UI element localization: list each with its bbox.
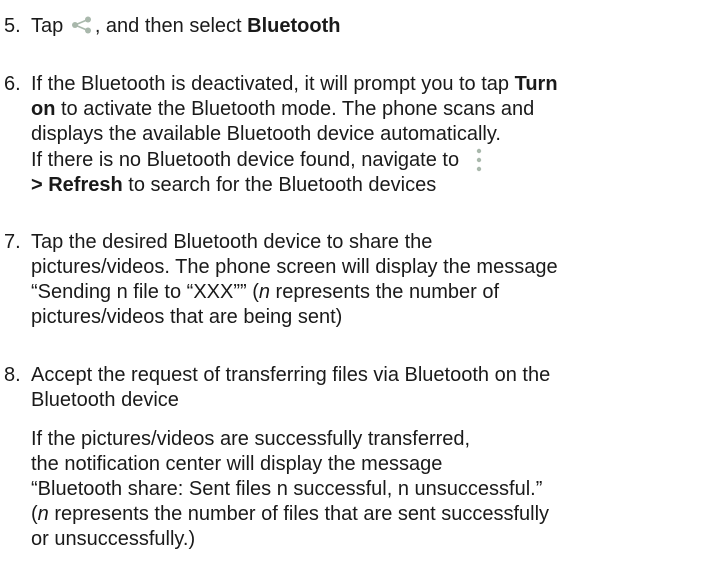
step-text: Tap xyxy=(31,15,69,37)
step-line: Bluetooth device xyxy=(31,389,179,411)
step-number: 6. xyxy=(4,73,21,95)
step-line: Tap , and then select Bluetooth xyxy=(31,14,717,39)
refresh-label: > Refresh xyxy=(31,174,123,196)
more-options-icon xyxy=(471,147,487,173)
step-text: represents the number of files that are … xyxy=(48,503,550,525)
share-icon xyxy=(71,16,93,34)
step-number: 5. xyxy=(4,15,21,37)
step-line: “Sending n file to “XXX”” (n represents … xyxy=(31,280,717,305)
step-body: If the Bluetooth is deactivated, it will… xyxy=(31,72,717,198)
step-text: represents the number of xyxy=(270,281,500,303)
step-line: on to activate the Bluetooth mode. The p… xyxy=(31,97,717,122)
step-line: Accept the request of transferring files… xyxy=(31,364,551,386)
variable-n: n xyxy=(258,281,270,303)
step-line: or unsuccessfully.) xyxy=(31,528,196,550)
step-line: Tap the desired Bluetooth device to shar… xyxy=(31,231,433,253)
instruction-page: 5. Tap , and then select Bluetooth 6. If… xyxy=(0,0,719,566)
step-text: “Sending n file to “XXX”” ( xyxy=(31,281,259,303)
step-line: pictures/videos. The phone screen will d… xyxy=(31,256,558,278)
step-text: to activate the Bluetooth mode. The phon… xyxy=(55,98,535,120)
step-line: > Refresh to search for the Bluetooth de… xyxy=(31,173,717,198)
step-body: Tap the desired Bluetooth device to shar… xyxy=(31,230,717,330)
step-line: (n represents the number of files that a… xyxy=(31,502,717,527)
step-line: If the Bluetooth is deactivated, it will… xyxy=(31,72,717,97)
step-line: pictures/videos that are being sent) xyxy=(31,306,343,328)
step-line: displays the available Bluetooth device … xyxy=(31,123,501,145)
step-line: “Bluetooth share: Sent files n successfu… xyxy=(31,478,543,500)
step-text: , and then select xyxy=(94,15,248,37)
turn-on-label: on xyxy=(31,98,56,120)
step-text: If the Bluetooth is deactivated, it will… xyxy=(31,73,515,95)
variable-n: n xyxy=(37,503,49,525)
step-text: to search for the Bluetooth devices xyxy=(122,174,437,196)
turn-on-label: Turn xyxy=(514,73,558,95)
step-body: Tap , and then select Bluetooth xyxy=(31,14,717,39)
step-text: ( xyxy=(31,503,38,525)
bluetooth-option-label: Bluetooth xyxy=(247,15,341,37)
step-line: If the pictures/videos are successfully … xyxy=(31,428,471,450)
step-line: the notification center will display the… xyxy=(31,453,443,475)
step-body: Accept the request of transferring files… xyxy=(31,363,717,552)
step-number: 7. xyxy=(4,231,21,253)
step-text: If there is no Bluetooth device found, n… xyxy=(31,149,460,171)
step-number: 8. xyxy=(4,364,21,386)
step-line: If there is no Bluetooth device found, n… xyxy=(31,147,717,173)
step-note: If the pictures/videos are successfully … xyxy=(31,427,717,552)
